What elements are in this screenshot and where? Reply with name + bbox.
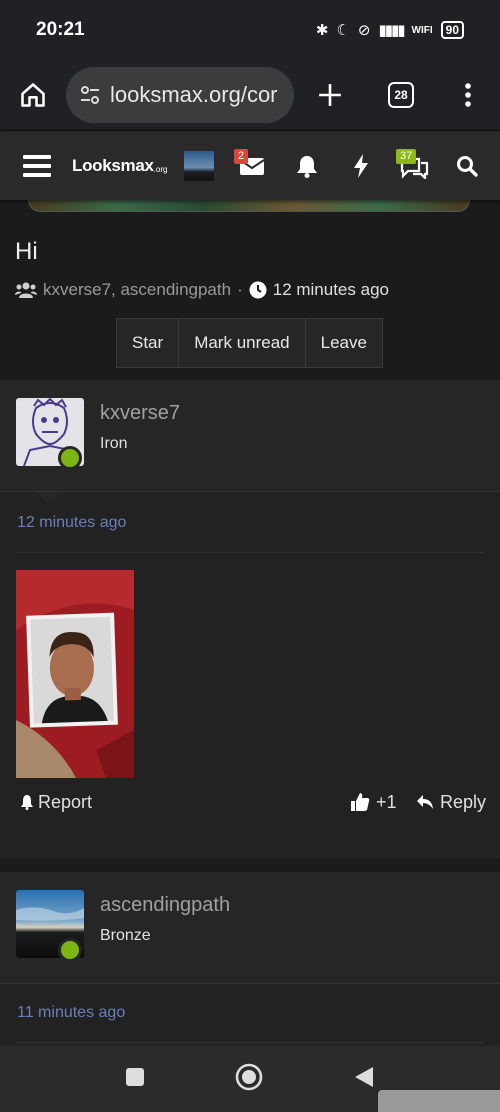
more-vert-icon	[465, 83, 471, 107]
status-time: 20:21	[36, 19, 85, 40]
triangle-back-icon	[355, 1066, 373, 1087]
divider	[16, 552, 484, 553]
bluetooth-icon: ✱	[315, 22, 329, 39]
reaction-count: +1	[376, 791, 397, 812]
browser-toolbar: looksmax.org/cor 28	[0, 60, 500, 130]
reply-button[interactable]: Reply	[416, 792, 486, 813]
alerts-button[interactable]	[292, 131, 322, 201]
site-logo[interactable]: Looksmax .org	[72, 131, 174, 201]
conversation-time: 12 minutes ago	[272, 280, 389, 299]
logo-suffix: .org	[153, 164, 168, 174]
like-button[interactable]: +1	[350, 792, 397, 813]
username[interactable]: kxverse7	[100, 402, 180, 425]
home-icon	[21, 83, 45, 107]
battery-icon: 90	[440, 21, 464, 39]
online-indicator	[58, 938, 82, 962]
whats-new-button[interactable]	[348, 131, 374, 201]
message-time[interactable]: 11 minutes ago	[17, 1004, 125, 1022]
users-icon	[15, 282, 37, 298]
back-button[interactable]	[353, 1065, 375, 1094]
conversations-badge: 37	[396, 149, 417, 164]
mute-icon: ⊘	[357, 22, 371, 39]
thumbs-up-icon	[351, 793, 370, 811]
online-indicator	[58, 446, 82, 470]
star-button[interactable]: Star	[117, 319, 180, 367]
conversation-actions: Star Mark unread Leave	[116, 318, 383, 368]
participants-text[interactable]: kxverse7, ascendingpath	[43, 280, 231, 300]
square-icon	[126, 1067, 144, 1086]
conversation-meta: kxverse7, ascendingpath · 12 minutes ago	[15, 280, 389, 300]
message-pointer	[36, 492, 64, 504]
recents-button[interactable]	[125, 1067, 145, 1092]
reply-icon	[417, 795, 433, 809]
divider	[16, 1042, 484, 1043]
status-icons: ✱ ☾ ⊘ ▮▮▮▮ WIFI 90	[316, 21, 464, 39]
message-footer: Report +1 Reply	[0, 782, 500, 822]
report-label: Report	[38, 791, 93, 812]
user-avatar	[184, 151, 214, 181]
user-avatar-button[interactable]	[182, 131, 216, 201]
hamburger-icon	[23, 155, 51, 177]
browser-menu-button[interactable]	[436, 60, 500, 130]
hamburger-menu-button[interactable]	[12, 131, 62, 201]
attached-photo[interactable]	[16, 570, 134, 778]
conversations-button[interactable]: 37	[396, 131, 432, 201]
banner-image	[28, 200, 470, 212]
dnd-moon-icon: ☾	[336, 22, 350, 39]
clock-icon	[249, 281, 267, 299]
lightning-icon	[354, 154, 368, 178]
reply-label: Reply	[440, 791, 487, 812]
message-author-block: kxverse7 Iron	[0, 380, 500, 492]
leave-button[interactable]: Leave	[306, 319, 382, 367]
message: ascendingpath Bronze 11 minutes ago	[0, 872, 500, 1046]
portrait-photo	[16, 570, 134, 778]
home-button[interactable]	[0, 60, 66, 130]
bell-icon	[297, 156, 317, 178]
mark-unread-button[interactable]: Mark unread	[179, 319, 306, 367]
circle-icon	[235, 1063, 263, 1090]
conversation-view: Hi kxverse7, ascendingpath · 12 minutes …	[0, 200, 500, 1046]
logo-text: Looksmax	[72, 156, 154, 175]
search-icon	[457, 156, 478, 177]
message-author-block: ascendingpath Bronze	[0, 872, 500, 984]
inbox-badge: 2	[234, 149, 249, 164]
tab-count: 28	[388, 82, 414, 108]
site-settings-icon[interactable]	[78, 83, 102, 107]
user-rank: Bronze	[100, 927, 151, 944]
url-text: looksmax.org/cor	[110, 82, 278, 107]
bell-icon	[21, 795, 33, 810]
signal-icon: ▮▮▮▮	[378, 22, 406, 39]
site-navigation: Looksmax .org 2 37	[0, 130, 500, 200]
tab-switcher-button[interactable]: 28	[366, 60, 436, 130]
plus-icon	[319, 84, 341, 106]
user-rank: Iron	[100, 435, 128, 452]
system-home-button[interactable]	[235, 1063, 263, 1096]
inbox-button[interactable]: 2	[232, 131, 272, 201]
status-bar: 20:21 ✱ ☾ ⊘ ▮▮▮▮ WIFI 90	[0, 0, 500, 60]
gesture-handle	[378, 1090, 500, 1112]
search-button[interactable]	[452, 131, 482, 201]
wifi-icon: WIFI	[411, 24, 433, 36]
new-tab-button[interactable]	[294, 60, 366, 130]
message-time[interactable]: 12 minutes ago	[17, 514, 126, 532]
meta-separator: ·	[237, 280, 243, 299]
report-link[interactable]: Report	[20, 792, 92, 813]
address-bar[interactable]: looksmax.org/cor	[66, 67, 294, 123]
message: kxverse7 Iron 12 minutes ago Report +1 R…	[0, 380, 500, 858]
conversation-title: Hi	[15, 238, 38, 265]
username[interactable]: ascendingpath	[100, 894, 230, 917]
